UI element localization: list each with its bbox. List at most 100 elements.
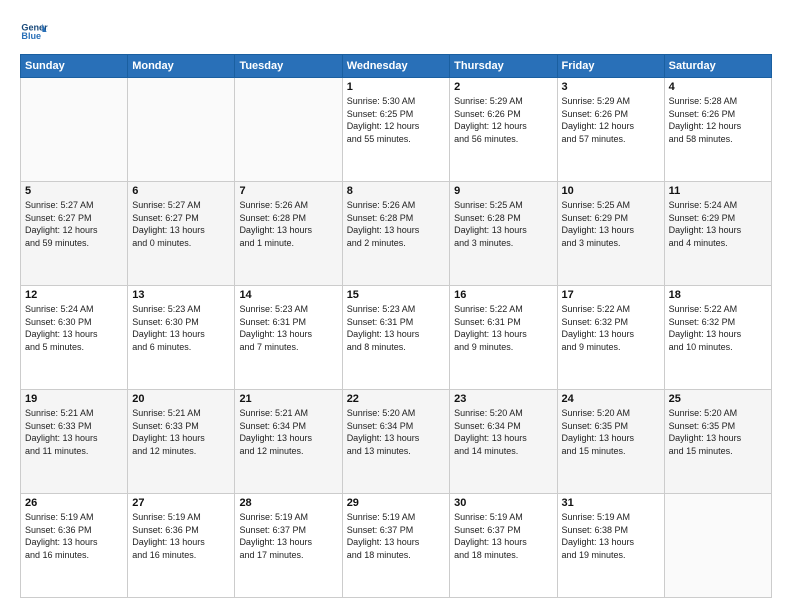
day-number: 29	[347, 497, 445, 509]
day-info: Sunrise: 5:19 AMSunset: 6:36 PMDaylight:…	[25, 511, 123, 561]
weekday-header-wednesday: Wednesday	[342, 55, 449, 78]
day-info: Sunrise: 5:25 AMSunset: 6:29 PMDaylight:…	[562, 199, 660, 249]
calendar-cell: 22 Sunrise: 5:20 AMSunset: 6:34 PMDayligh…	[342, 390, 449, 494]
calendar-cell: 27 Sunrise: 5:19 AMSunset: 6:36 PMDayligh…	[128, 494, 235, 598]
day-number: 11	[669, 185, 767, 197]
day-number: 19	[25, 393, 123, 405]
day-info: Sunrise: 5:22 AMSunset: 6:31 PMDaylight:…	[454, 303, 552, 353]
day-number: 14	[239, 289, 337, 301]
day-number: 4	[669, 81, 767, 93]
calendar-cell: 2Sunrise: 5:29 AMSunset: 6:26 PMDaylight…	[450, 78, 557, 182]
day-info: Sunrise: 5:21 AMSunset: 6:33 PMDaylight:…	[132, 407, 230, 457]
header: General Blue	[20, 18, 772, 46]
calendar-cell: 16Sunrise: 5:22 AMSunset: 6:31 PMDayligh…	[450, 286, 557, 390]
calendar-cell: 7 Sunrise: 5:26 AMSunset: 6:28 PMDaylight…	[235, 182, 342, 286]
day-number: 27	[132, 497, 230, 509]
weekday-header-row: SundayMondayTuesdayWednesdayThursdayFrid…	[21, 55, 772, 78]
calendar-cell: 9Sunrise: 5:25 AMSunset: 6:28 PMDaylight…	[450, 182, 557, 286]
day-info: Sunrise: 5:21 AMSunset: 6:33 PMDaylight:…	[25, 407, 123, 457]
calendar-table: SundayMondayTuesdayWednesdayThursdayFrid…	[20, 54, 772, 598]
day-info: Sunrise: 5:20 AMSunset: 6:35 PMDaylight:…	[669, 407, 767, 457]
logo: General Blue	[20, 18, 48, 46]
day-info: Sunrise: 5:19 AMSunset: 6:38 PMDaylight:…	[562, 511, 660, 561]
weekday-header-friday: Friday	[557, 55, 664, 78]
calendar-cell: 5 Sunrise: 5:27 AMSunset: 6:27 PMDaylight…	[21, 182, 128, 286]
calendar-cell: 17 Sunrise: 5:22 AMSunset: 6:32 PMDayligh…	[557, 286, 664, 390]
day-info: Sunrise: 5:28 AMSunset: 6:26 PMDaylight:…	[669, 95, 767, 145]
day-number: 25	[669, 393, 767, 405]
calendar-week-3: 12 Sunrise: 5:24 AMSunset: 6:30 PMDayligh…	[21, 286, 772, 390]
calendar-cell: 3 Sunrise: 5:29 AMSunset: 6:26 PMDaylight…	[557, 78, 664, 182]
calendar-cell: 8 Sunrise: 5:26 AMSunset: 6:28 PMDaylight…	[342, 182, 449, 286]
day-number: 31	[562, 497, 660, 509]
day-info: Sunrise: 5:23 AMSunset: 6:30 PMDaylight:…	[132, 303, 230, 353]
calendar-cell: 26 Sunrise: 5:19 AMSunset: 6:36 PMDayligh…	[21, 494, 128, 598]
day-number: 18	[669, 289, 767, 301]
day-info: Sunrise: 5:27 AMSunset: 6:27 PMDaylight:…	[132, 199, 230, 249]
day-info: Sunrise: 5:30 AMSunset: 6:25 PMDaylight:…	[347, 95, 445, 145]
weekday-header-saturday: Saturday	[664, 55, 771, 78]
day-info: Sunrise: 5:26 AMSunset: 6:28 PMDaylight:…	[347, 199, 445, 249]
calendar-cell	[21, 78, 128, 182]
calendar-week-5: 26 Sunrise: 5:19 AMSunset: 6:36 PMDayligh…	[21, 494, 772, 598]
day-info: Sunrise: 5:23 AMSunset: 6:31 PMDaylight:…	[239, 303, 337, 353]
day-info: Sunrise: 5:20 AMSunset: 6:34 PMDaylight:…	[347, 407, 445, 457]
day-number: 6	[132, 185, 230, 197]
calendar-cell: 15 Sunrise: 5:23 AMSunset: 6:31 PMDayligh…	[342, 286, 449, 390]
calendar-cell: 20 Sunrise: 5:21 AMSunset: 6:33 PMDayligh…	[128, 390, 235, 494]
day-info: Sunrise: 5:24 AMSunset: 6:29 PMDaylight:…	[669, 199, 767, 249]
calendar-cell: 18Sunrise: 5:22 AMSunset: 6:32 PMDayligh…	[664, 286, 771, 390]
weekday-header-thursday: Thursday	[450, 55, 557, 78]
calendar-cell: 19 Sunrise: 5:21 AMSunset: 6:33 PMDayligh…	[21, 390, 128, 494]
calendar-week-1: 1 Sunrise: 5:30 AMSunset: 6:25 PMDaylight…	[21, 78, 772, 182]
weekday-header-monday: Monday	[128, 55, 235, 78]
day-number: 10	[562, 185, 660, 197]
calendar-cell	[128, 78, 235, 182]
day-info: Sunrise: 5:23 AMSunset: 6:31 PMDaylight:…	[347, 303, 445, 353]
day-number: 15	[347, 289, 445, 301]
calendar-cell: 12 Sunrise: 5:24 AMSunset: 6:30 PMDayligh…	[21, 286, 128, 390]
day-number: 20	[132, 393, 230, 405]
day-number: 28	[239, 497, 337, 509]
day-info: Sunrise: 5:19 AMSunset: 6:37 PMDaylight:…	[239, 511, 337, 561]
day-number: 7	[239, 185, 337, 197]
calendar-cell: 4 Sunrise: 5:28 AMSunset: 6:26 PMDaylight…	[664, 78, 771, 182]
calendar-cell: 29Sunrise: 5:19 AMSunset: 6:37 PMDayligh…	[342, 494, 449, 598]
day-number: 17	[562, 289, 660, 301]
day-number: 1	[347, 81, 445, 93]
day-number: 5	[25, 185, 123, 197]
day-number: 12	[25, 289, 123, 301]
day-number: 9	[454, 185, 552, 197]
calendar-cell: 21 Sunrise: 5:21 AMSunset: 6:34 PMDayligh…	[235, 390, 342, 494]
calendar-week-4: 19 Sunrise: 5:21 AMSunset: 6:33 PMDayligh…	[21, 390, 772, 494]
calendar-cell: 24 Sunrise: 5:20 AMSunset: 6:35 PMDayligh…	[557, 390, 664, 494]
day-info: Sunrise: 5:20 AMSunset: 6:35 PMDaylight:…	[562, 407, 660, 457]
day-info: Sunrise: 5:21 AMSunset: 6:34 PMDaylight:…	[239, 407, 337, 457]
calendar-cell	[664, 494, 771, 598]
day-number: 3	[562, 81, 660, 93]
day-number: 2	[454, 81, 552, 93]
weekday-header-tuesday: Tuesday	[235, 55, 342, 78]
logo-icon: General Blue	[20, 18, 48, 46]
calendar-cell: 1 Sunrise: 5:30 AMSunset: 6:25 PMDaylight…	[342, 78, 449, 182]
calendar-cell: 30 Sunrise: 5:19 AMSunset: 6:37 PMDayligh…	[450, 494, 557, 598]
day-info: Sunrise: 5:29 AMSunset: 6:26 PMDaylight:…	[562, 95, 660, 145]
calendar-cell: 11 Sunrise: 5:24 AMSunset: 6:29 PMDayligh…	[664, 182, 771, 286]
day-info: Sunrise: 5:19 AMSunset: 6:37 PMDaylight:…	[454, 511, 552, 561]
day-info: Sunrise: 5:22 AMSunset: 6:32 PMDaylight:…	[562, 303, 660, 353]
day-number: 8	[347, 185, 445, 197]
day-number: 26	[25, 497, 123, 509]
day-number: 21	[239, 393, 337, 405]
calendar-cell: 28 Sunrise: 5:19 AMSunset: 6:37 PMDayligh…	[235, 494, 342, 598]
day-info: Sunrise: 5:19 AMSunset: 6:36 PMDaylight:…	[132, 511, 230, 561]
day-number: 24	[562, 393, 660, 405]
day-number: 22	[347, 393, 445, 405]
weekday-header-sunday: Sunday	[21, 55, 128, 78]
day-info: Sunrise: 5:24 AMSunset: 6:30 PMDaylight:…	[25, 303, 123, 353]
day-info: Sunrise: 5:27 AMSunset: 6:27 PMDaylight:…	[25, 199, 123, 249]
calendar-cell: 10 Sunrise: 5:25 AMSunset: 6:29 PMDayligh…	[557, 182, 664, 286]
day-info: Sunrise: 5:26 AMSunset: 6:28 PMDaylight:…	[239, 199, 337, 249]
calendar-cell: 23Sunrise: 5:20 AMSunset: 6:34 PMDayligh…	[450, 390, 557, 494]
day-number: 30	[454, 497, 552, 509]
calendar-cell: 6 Sunrise: 5:27 AMSunset: 6:27 PMDaylight…	[128, 182, 235, 286]
